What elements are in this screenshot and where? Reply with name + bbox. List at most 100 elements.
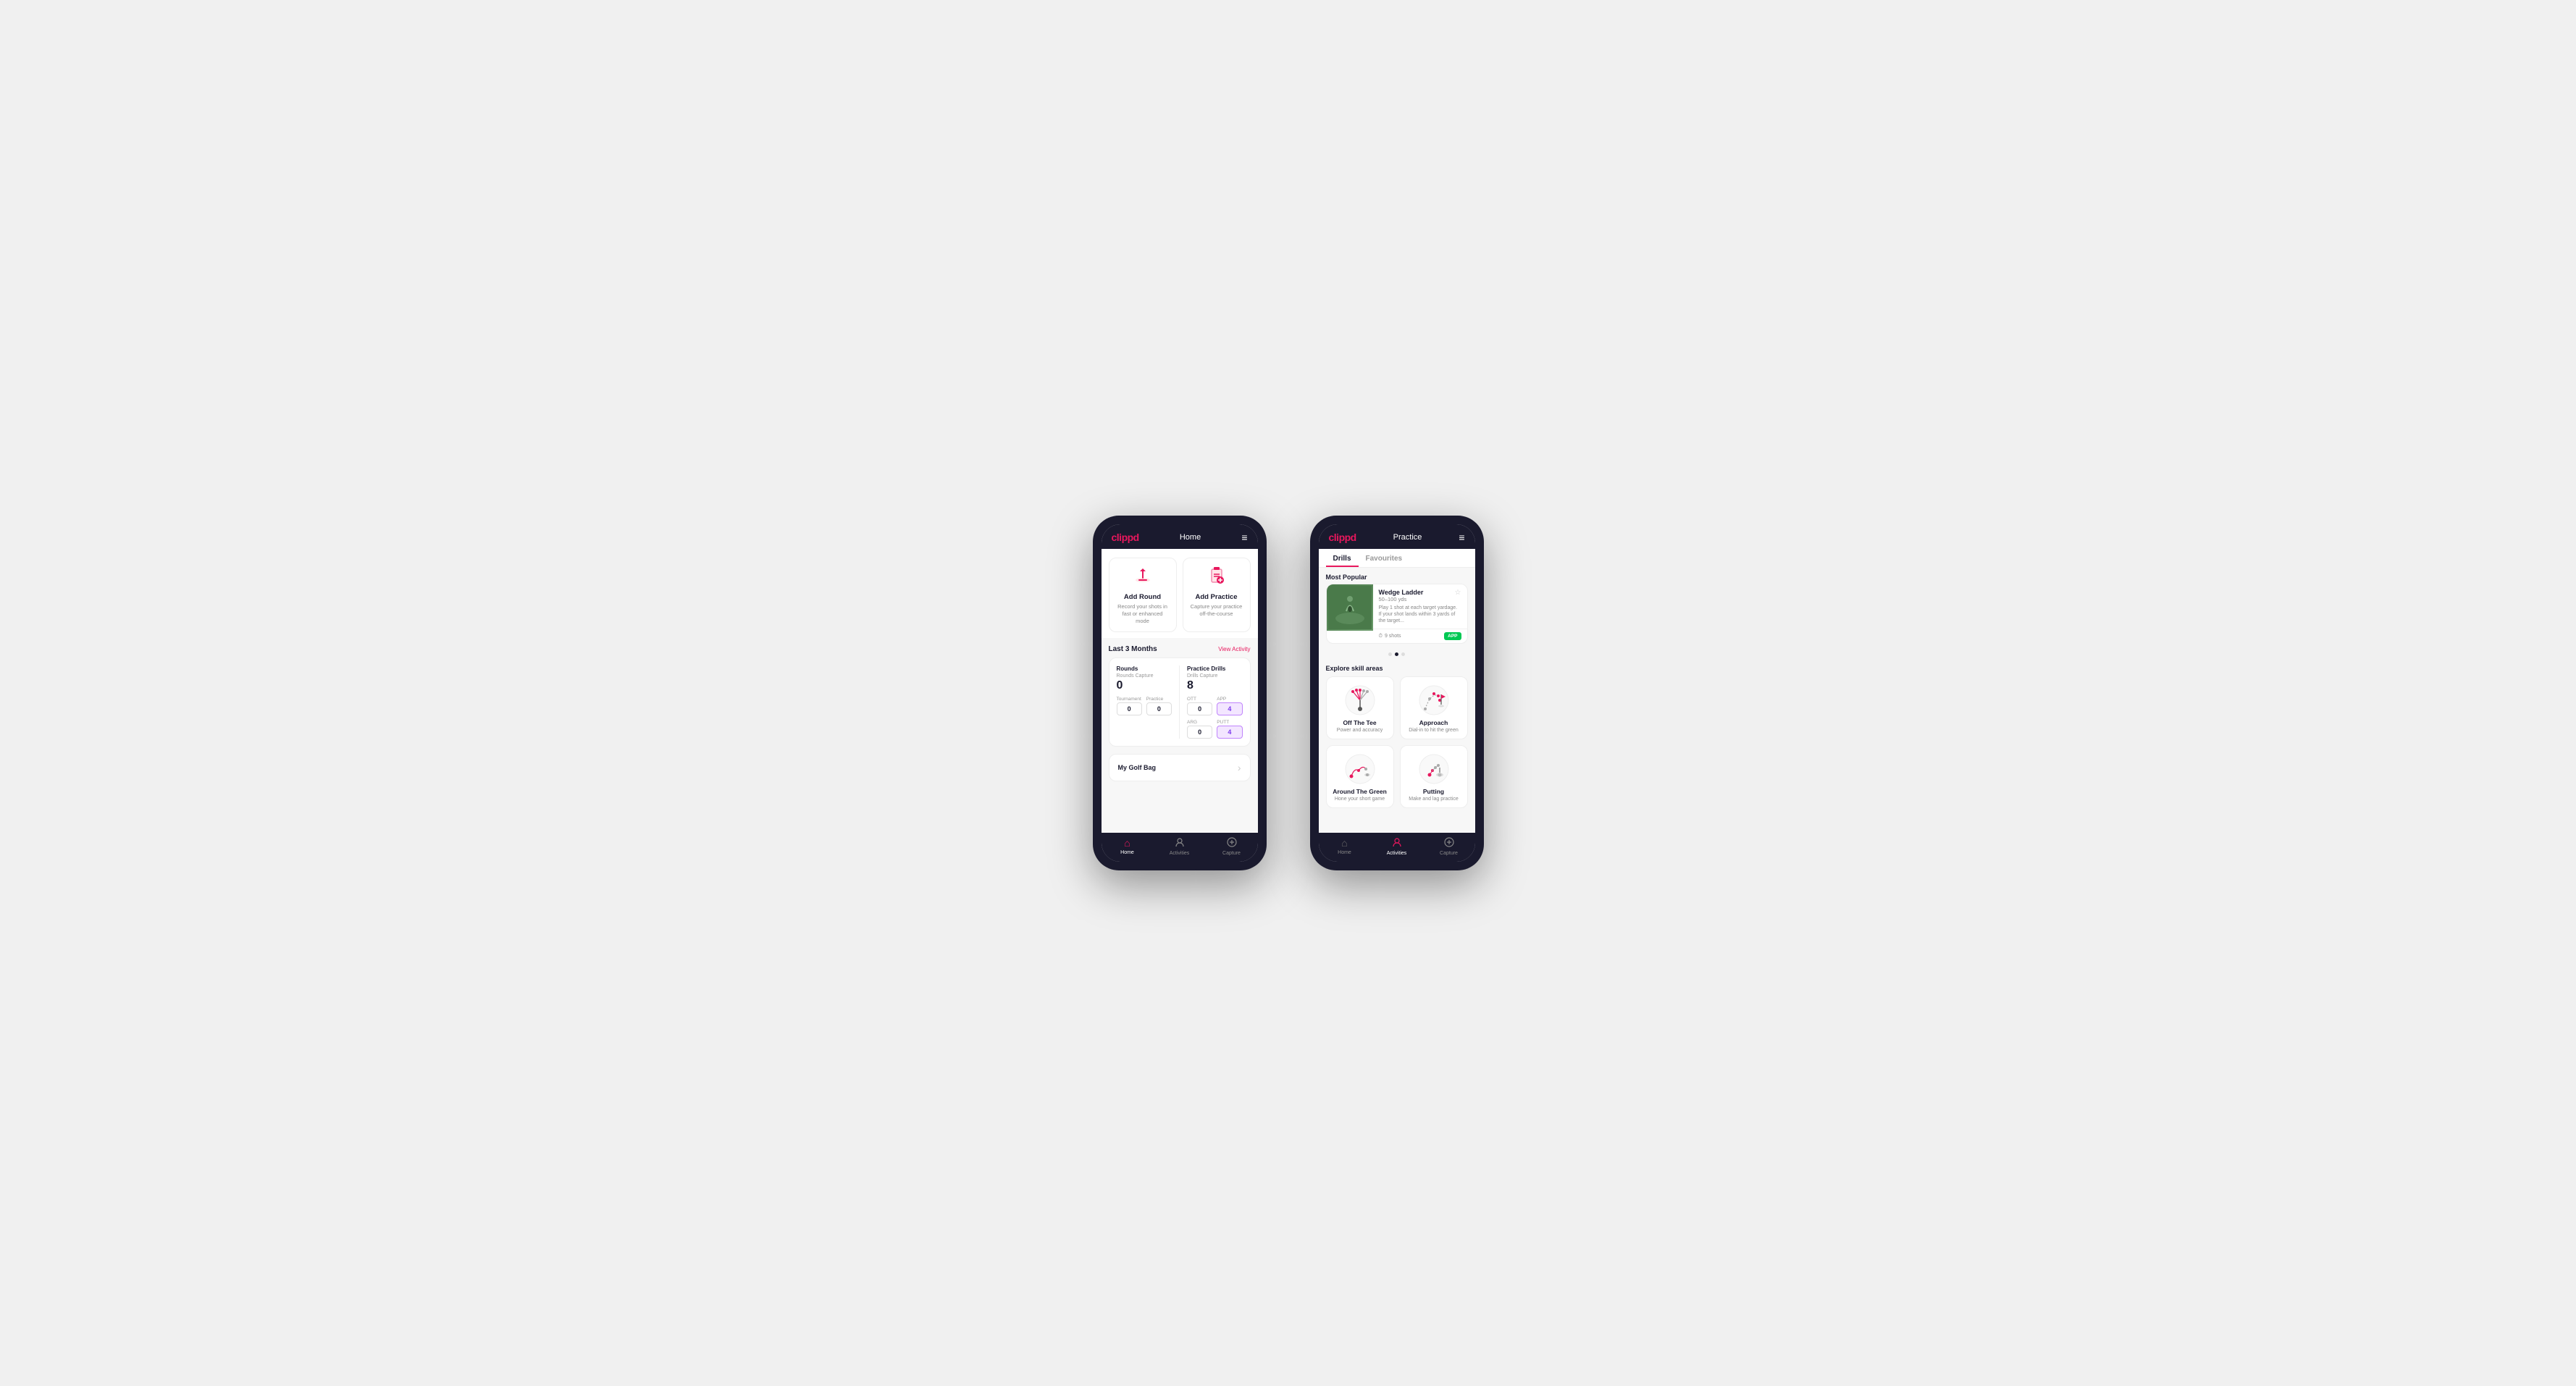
most-popular-label: Most Popular: [1319, 568, 1475, 584]
activities-nav-icon: [1175, 837, 1185, 849]
phone-home: clippd Home ≡: [1093, 516, 1267, 870]
tournament-stat: Tournament 0: [1117, 697, 1142, 715]
rounds-col: Rounds Rounds Capture 0 Tournament 0 Pra…: [1117, 665, 1172, 739]
tab-drills[interactable]: Drills: [1326, 549, 1359, 567]
tournament-value: 0: [1117, 702, 1142, 715]
putting-desc: Make and lag practice: [1409, 797, 1458, 802]
putting-icon: [1418, 753, 1450, 785]
drill-name: Wedge Ladder: [1379, 589, 1424, 596]
home-menu-icon[interactable]: ≡: [1241, 532, 1247, 543]
add-practice-card[interactable]: Add Practice Capture your practice off-t…: [1183, 558, 1251, 632]
off-the-tee-desc: Power and accuracy: [1337, 728, 1383, 733]
practice-nav-capture[interactable]: Capture: [1423, 837, 1475, 856]
practice-menu-icon[interactable]: ≡: [1459, 532, 1464, 543]
off-the-tee-name: Off The Tee: [1343, 719, 1376, 726]
phones-container: clippd Home ≡: [1093, 516, 1484, 870]
drills-capture-label: Drills Capture: [1187, 673, 1243, 679]
golf-bag-title: My Golf Bag: [1118, 764, 1157, 771]
clock-icon: ⏱: [1379, 634, 1383, 639]
rounds-capture-label: Rounds Capture: [1117, 673, 1172, 679]
drills-title: Practice Drills: [1187, 665, 1243, 672]
practice-title: Practice: [1393, 533, 1422, 542]
skill-approach[interactable]: Approach Dial-in to hit the green: [1400, 676, 1468, 739]
drill-star-icon[interactable]: ☆: [1455, 589, 1461, 597]
practice-home-nav-icon: ⌂: [1341, 837, 1347, 849]
drills-col: Practice Drills Drills Capture 8 OTT 0 A…: [1187, 665, 1243, 739]
approach-desc: Dial-in to hit the green: [1409, 728, 1458, 733]
skill-around-the-green[interactable]: Around The Green Hone your short game: [1326, 745, 1394, 808]
skill-off-the-tee[interactable]: Off The Tee Power and accuracy: [1326, 676, 1394, 739]
practice-nav-home[interactable]: ⌂ Home: [1319, 837, 1371, 856]
arg-stat: ARG 0: [1187, 720, 1212, 739]
drill-footer: ⏱ 9 shots APP: [1373, 629, 1467, 643]
view-activity-link[interactable]: View Activity: [1218, 646, 1250, 652]
drill-header: Wedge Ladder 50–100 yds ☆: [1379, 589, 1461, 605]
practice-capture-nav-icon: [1444, 837, 1454, 849]
putt-value: 4: [1217, 726, 1242, 739]
add-round-card[interactable]: Add Round Record your shots in fast or e…: [1109, 558, 1177, 632]
app-label: APP: [1217, 697, 1242, 702]
rounds-value: 0: [1117, 679, 1172, 692]
add-round-title: Add Round: [1124, 593, 1161, 601]
add-practice-desc: Capture your practice off-the-course: [1189, 603, 1244, 618]
tournament-label: Tournament: [1117, 697, 1142, 702]
app-stat: APP 4: [1217, 697, 1242, 715]
practice-nav-activities[interactable]: Activities: [1371, 837, 1423, 856]
drills-sub-stats-2: ARG 0 PUTT 4: [1187, 720, 1243, 739]
approach-icon: [1418, 684, 1450, 716]
around-the-green-desc: Hone your short game: [1335, 797, 1385, 802]
drill-thumbnail: [1327, 584, 1373, 631]
home-logo: clippd: [1112, 532, 1139, 543]
drill-desc: Play 1 shot at each target yardage. If y…: [1379, 605, 1461, 624]
practice-activities-nav-icon: [1392, 837, 1402, 849]
drill-thumb-image: [1327, 584, 1373, 631]
skill-putting[interactable]: Putting Make and lag practice: [1400, 745, 1468, 808]
nav-capture[interactable]: Capture: [1206, 837, 1258, 856]
nav-home[interactable]: ⌂ Home: [1102, 837, 1154, 856]
home-header: clippd Home ≡: [1102, 524, 1258, 549]
practice-label: Practice: [1146, 697, 1172, 702]
practice-capture-nav-label: Capture: [1440, 851, 1458, 856]
home-title: Home: [1180, 533, 1201, 542]
drill-badge: APP: [1444, 632, 1461, 640]
around-the-green-icon: [1344, 753, 1376, 785]
tab-favourites[interactable]: Favourites: [1359, 549, 1410, 567]
drill-yardage: 50–100 yds: [1379, 596, 1424, 602]
rounds-sub-stats: Tournament 0 Practice 0: [1117, 697, 1172, 715]
off-the-tee-icon: [1344, 684, 1376, 716]
add-practice-icon: [1207, 566, 1227, 590]
stats-card: Rounds Rounds Capture 0 Tournament 0 Pra…: [1109, 658, 1251, 747]
nav-activities[interactable]: Activities: [1154, 837, 1206, 856]
rounds-title: Rounds: [1117, 665, 1172, 672]
practice-header: clippd Practice ≡: [1319, 524, 1475, 549]
activity-section-title: Last 3 Months: [1109, 645, 1157, 653]
drill-card[interactable]: Wedge Ladder 50–100 yds ☆ Play 1 shot at…: [1326, 584, 1468, 644]
home-bottom-nav: ⌂ Home Activities: [1102, 833, 1258, 862]
drill-name-section: Wedge Ladder 50–100 yds: [1379, 589, 1424, 605]
add-practice-title: Add Practice: [1195, 593, 1237, 601]
capture-nav-label: Capture: [1222, 851, 1241, 856]
dot-3: [1401, 652, 1405, 656]
golf-bag-chevron: ›: [1238, 762, 1241, 773]
practice-tabs: Drills Favourites: [1319, 549, 1475, 568]
drill-shots: ⏱ 9 shots: [1379, 634, 1401, 639]
practice-bottom-nav: ⌂ Home Activities: [1319, 833, 1475, 862]
dot-1: [1388, 652, 1392, 656]
practice-value: 0: [1146, 702, 1172, 715]
ott-label: OTT: [1187, 697, 1212, 702]
ott-value: 0: [1187, 702, 1212, 715]
ott-stat: OTT 0: [1187, 697, 1212, 715]
add-round-icon: [1133, 566, 1153, 590]
quick-actions: Add Round Record your shots in fast or e…: [1102, 549, 1258, 638]
practice-home-nav-label: Home: [1338, 850, 1351, 855]
stats-divider: [1179, 665, 1180, 739]
practice-logo: clippd: [1329, 532, 1356, 543]
dot-2: [1395, 652, 1398, 656]
home-content: Add Round Record your shots in fast or e…: [1102, 549, 1258, 833]
drills-sub-stats: OTT 0 APP 4: [1187, 697, 1243, 715]
golf-bag-row[interactable]: My Golf Bag ›: [1109, 754, 1251, 781]
capture-nav-icon: [1227, 837, 1237, 849]
putt-label: PUTT: [1217, 720, 1242, 725]
phone-practice: clippd Practice ≡ Drills Favourites Most…: [1310, 516, 1484, 870]
drill-info: Wedge Ladder 50–100 yds ☆ Play 1 shot at…: [1373, 584, 1467, 629]
